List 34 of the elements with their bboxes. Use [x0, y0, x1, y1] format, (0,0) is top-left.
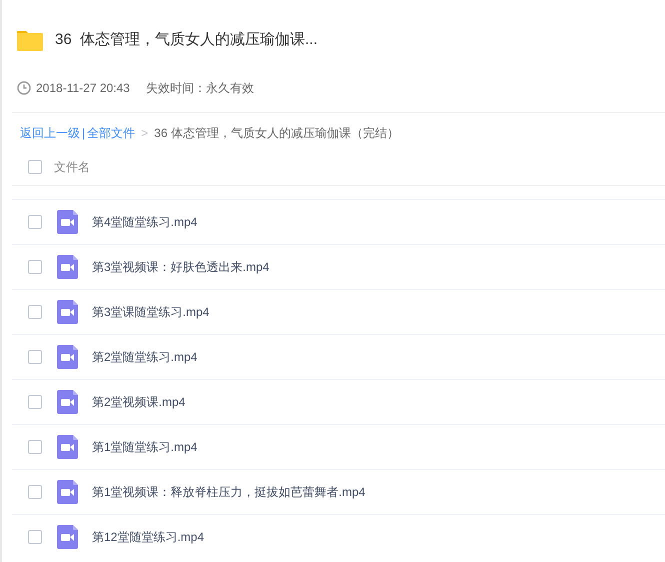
checkbox[interactable]	[28, 530, 42, 544]
file-name[interactable]: 第2堂视频课.mp4	[92, 393, 186, 411]
video-file-icon	[57, 210, 78, 234]
clock-icon	[17, 81, 31, 95]
column-header: 文件名	[54, 159, 90, 176]
file-name[interactable]: 第2堂随堂练习.mp4	[92, 348, 198, 366]
created-time: 2018-11-27 20:43	[36, 80, 130, 97]
checkbox[interactable]	[28, 305, 42, 319]
checkbox[interactable]	[28, 260, 42, 274]
video-file-icon	[57, 480, 78, 504]
file-name[interactable]: 第1堂随堂练习.mp4	[92, 438, 198, 456]
file-name[interactable]: 第3堂视频课：好肤色透出来.mp4	[92, 258, 270, 276]
video-file-icon	[57, 435, 78, 459]
checkbox[interactable]	[28, 215, 42, 229]
expiry-text: 失效时间：永久有效	[146, 80, 254, 97]
checkbox[interactable]	[28, 485, 42, 499]
video-file-icon	[57, 390, 78, 414]
video-file-icon	[57, 345, 78, 369]
folder-icon	[17, 30, 43, 50]
checkbox[interactable]	[28, 350, 42, 364]
folder-title: 36 体态管理，气质女人的减压瑜伽课...	[55, 30, 318, 50]
video-file-icon	[57, 300, 78, 324]
file-name[interactable]: 第4堂随堂练习.mp4	[92, 213, 198, 231]
video-file-icon	[57, 525, 78, 549]
checkbox[interactable]	[28, 160, 42, 174]
video-file-icon	[57, 255, 78, 279]
file-name[interactable]: 第1堂视频课：释放脊柱压力，挺拔如芭蕾舞者.mp4	[92, 483, 366, 501]
checkbox[interactable]	[28, 395, 42, 409]
checkbox[interactable]	[28, 440, 42, 454]
file-name[interactable]: 第3堂课随堂练习.mp4	[92, 303, 210, 321]
separator: |	[82, 125, 86, 142]
file-name[interactable]: 第12堂随堂练习.mp4	[92, 528, 204, 546]
breadcrumb-arrow: >	[141, 125, 148, 142]
current-folder: 36 体态管理，气质女人的减压瑜伽课（完结）	[154, 125, 399, 142]
